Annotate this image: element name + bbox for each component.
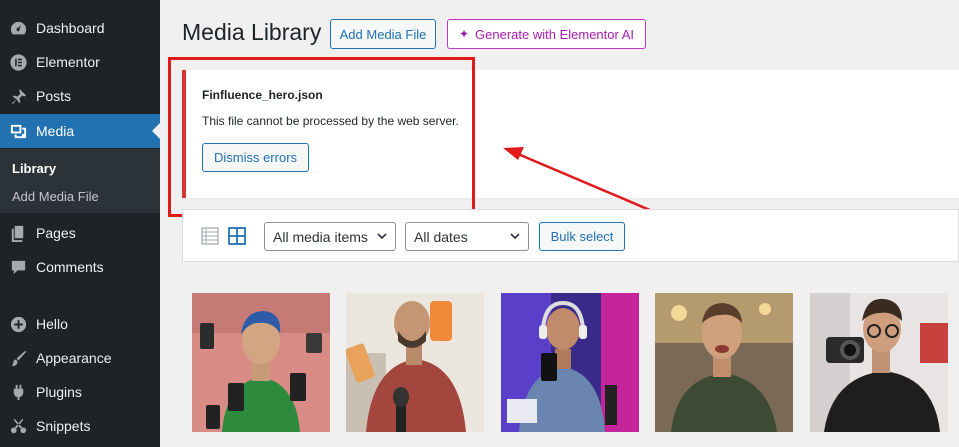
sidebar-item-plugins[interactable]: Plugins — [0, 375, 160, 409]
brush-icon — [0, 349, 36, 368]
plus-circle-icon — [0, 315, 36, 334]
pages-icon — [0, 224, 36, 243]
sidebar-item-label: Media — [36, 123, 75, 139]
sidebar-item-elementor[interactable]: Elementor — [0, 45, 160, 79]
dashboard-icon — [0, 19, 36, 38]
thumbnail-image-man-neon-studio — [501, 293, 639, 432]
sidebar-item-label: Posts — [36, 88, 72, 104]
list-view-icon[interactable] — [201, 227, 219, 245]
bulk-select-button[interactable]: Bulk select — [539, 222, 625, 251]
admin-sidebar: Dashboard Elementor Posts Media Library … — [0, 0, 160, 447]
sidebar-item-label: Snippets — [36, 418, 91, 434]
comment-icon — [0, 258, 36, 277]
error-message: This file cannot be processed by the web… — [202, 114, 459, 128]
date-filter-value: All dates — [414, 228, 468, 245]
submenu-add-media-file[interactable]: Add Media File — [12, 189, 99, 204]
media-type-value: All media items — [273, 228, 368, 245]
pin-icon — [0, 87, 36, 106]
chevron-down-icon — [510, 233, 520, 240]
media-thumbnail[interactable] — [192, 293, 330, 432]
sidebar-item-label: Plugins — [36, 384, 82, 400]
sidebar-item-pages[interactable]: Pages — [0, 216, 160, 250]
sidebar-item-appearance[interactable]: Appearance — [0, 341, 160, 375]
scissors-icon — [0, 417, 36, 436]
page-title: Media Library — [182, 19, 322, 45]
sidebar-item-label: Elementor — [36, 54, 100, 70]
sidebar-item-label: Hello — [36, 316, 68, 332]
grid-view-icon[interactable] — [228, 227, 246, 245]
sidebar-item-label: Dashboard — [36, 20, 105, 36]
ai-button-label: Generate with Elementor AI — [475, 26, 635, 42]
thumbnail-image-man-blue-hair — [192, 293, 330, 432]
media-thumbnail[interactable] — [501, 293, 639, 432]
media-toolbar: All media items All dates Bulk select — [182, 209, 959, 262]
error-filename: Finfluence_hero.json — [202, 88, 323, 102]
media-icon — [0, 122, 36, 141]
thumbnail-image-man-camera — [810, 293, 948, 432]
media-submenu: Library Add Media File — [0, 149, 160, 213]
media-thumbnail[interactable] — [655, 293, 793, 432]
sidebar-item-posts[interactable]: Posts — [0, 79, 160, 113]
date-filter[interactable]: All dates — [405, 222, 529, 251]
thumbnail-image-man-microphone — [346, 293, 484, 432]
sidebar-item-comments[interactable]: Comments — [0, 250, 160, 284]
generate-elementor-ai-button[interactable]: ✦ Generate with Elementor AI — [447, 19, 646, 49]
sidebar-item-snippets[interactable]: Snippets — [0, 409, 160, 443]
sparkle-icon: ✦ — [458, 27, 470, 41]
sidebar-item-label: Appearance — [36, 350, 112, 366]
plug-icon — [0, 383, 36, 402]
upload-error-notice: Finfluence_hero.json This file cannot be… — [182, 70, 959, 198]
elementor-icon — [0, 53, 36, 72]
add-media-file-button[interactable]: Add Media File — [330, 19, 436, 49]
sidebar-item-media[interactable]: Media — [0, 114, 160, 148]
chevron-down-icon — [377, 233, 387, 240]
media-type-filter[interactable]: All media items — [264, 222, 396, 251]
media-thumbnail[interactable] — [810, 293, 948, 432]
sidebar-item-dashboard[interactable]: Dashboard — [0, 11, 160, 45]
sidebar-item-label: Pages — [36, 225, 76, 241]
media-thumbnail[interactable] — [346, 293, 484, 432]
submenu-library[interactable]: Library — [12, 161, 56, 176]
dismiss-errors-button[interactable]: Dismiss errors — [202, 143, 309, 172]
sidebar-item-hello[interactable]: Hello — [0, 307, 160, 341]
thumbnail-image-man-smiling — [655, 293, 793, 432]
sidebar-item-label: Comments — [36, 259, 104, 275]
